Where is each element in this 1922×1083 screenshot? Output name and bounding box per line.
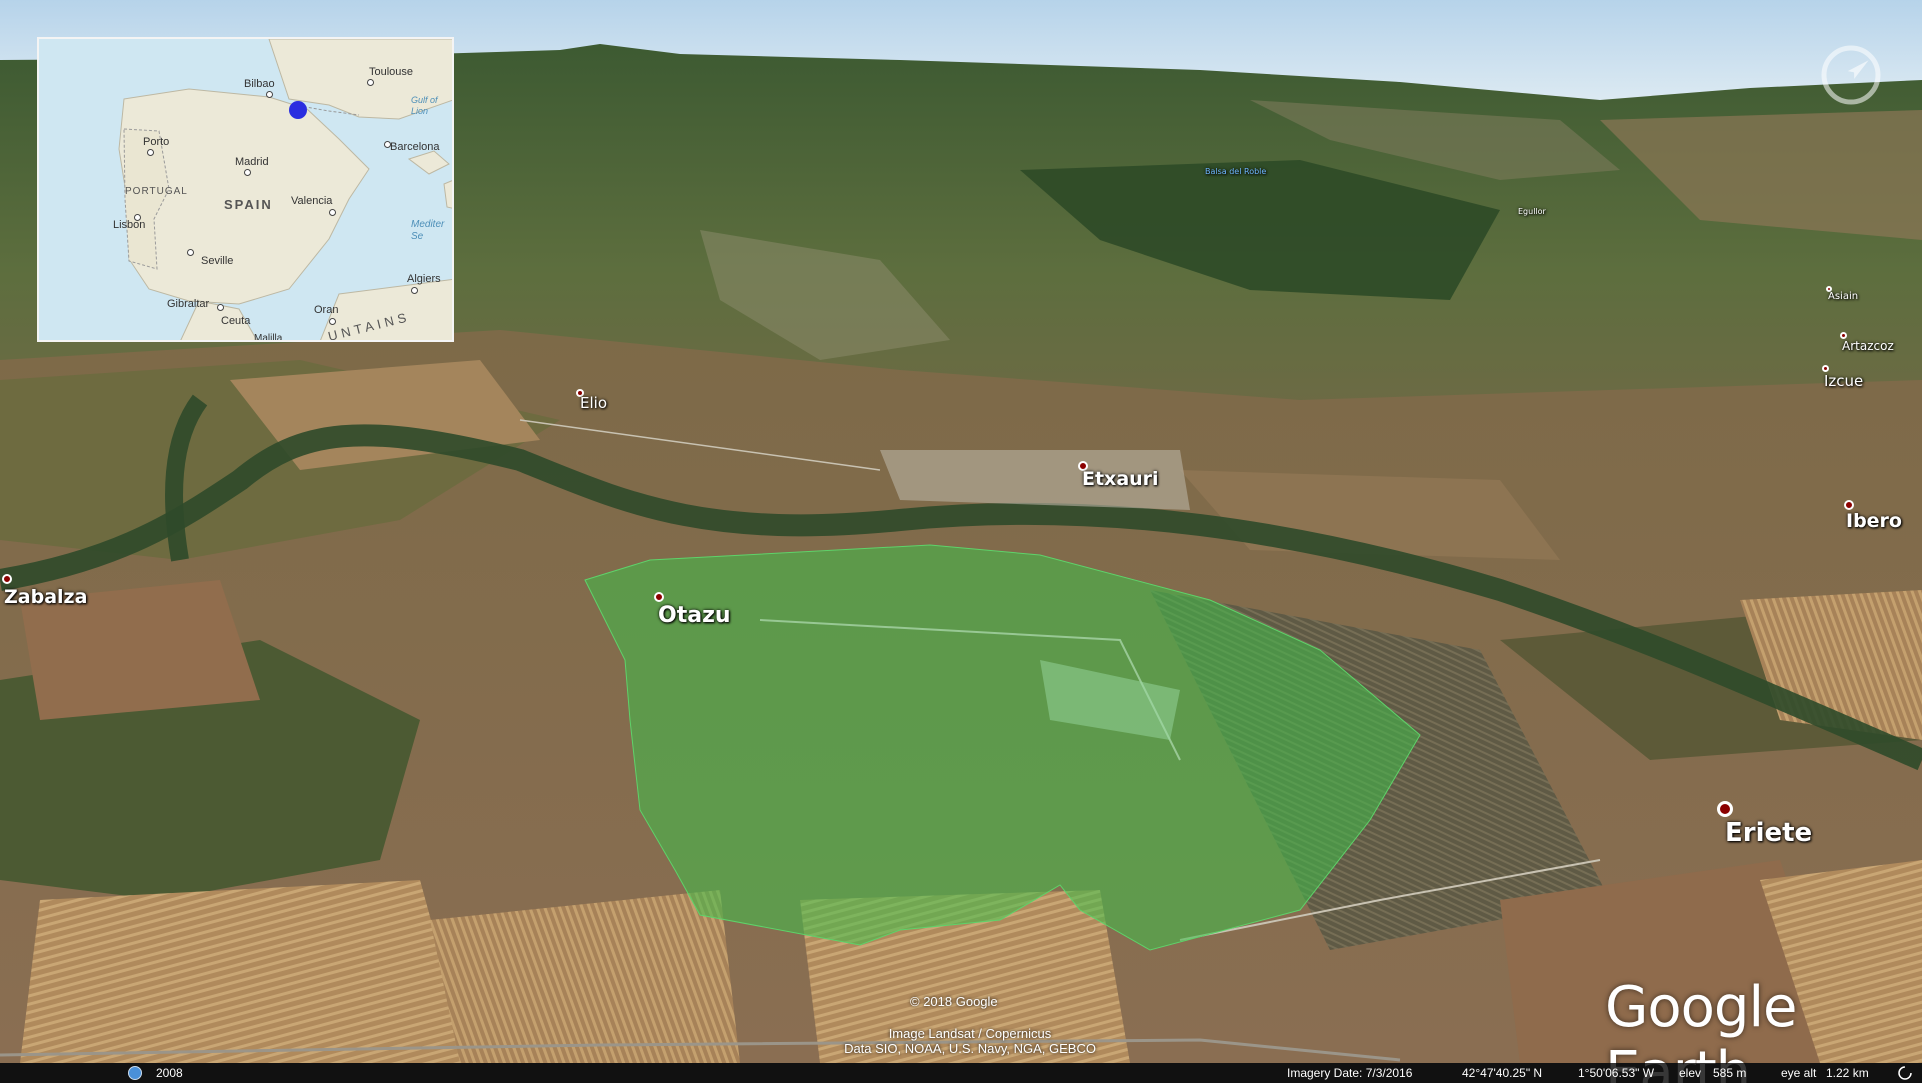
- streaming-status-icon: [1898, 1066, 1912, 1080]
- inset-city-dot-valencia: [329, 209, 336, 216]
- inset-city-label-algiers: Algiers: [407, 273, 441, 285]
- historical-year[interactable]: 2008: [156, 1066, 183, 1080]
- inset-city-dot-gibraltar: [217, 304, 224, 311]
- eye-altitude-label: eye alt: [1781, 1066, 1817, 1080]
- elevation-readout: 585 m: [1713, 1066, 1747, 1080]
- inset-city-dot-seville: [187, 249, 194, 256]
- inset-country-portugal: PORTUGAL: [125, 186, 188, 197]
- elevation-label: elev: [1679, 1066, 1702, 1080]
- place-label-etxauri[interactable]: Etxauri: [1082, 468, 1159, 490]
- inset-city-label-bilbao: Bilbao: [244, 78, 275, 90]
- eye-altitude-readout: 1.22 km: [1826, 1066, 1869, 1080]
- earth-viewport[interactable]: Zabalza Elio Etxauri Otazu Eriete Ibero …: [0, 0, 1922, 1083]
- inset-location-marker: [289, 101, 307, 119]
- place-marker-eriete[interactable]: [1717, 801, 1733, 817]
- place-label-elio[interactable]: Elio: [580, 394, 607, 412]
- credits-line-1: Image Landsat / Copernicus: [888, 1026, 1052, 1041]
- inset-city-label-madrid: Madrid: [235, 156, 269, 168]
- inset-locator-map[interactable]: Toulouse Bilbao Porto Madrid Barcelona V…: [37, 37, 454, 342]
- inset-sea-med: Mediter Se: [411, 219, 445, 242]
- status-bar: 2008 Imagery Date: 7/3/2016 42°47'40.25"…: [0, 1063, 1922, 1083]
- place-label-egullor[interactable]: Egullor: [1518, 207, 1546, 216]
- copyright-text: © 2018 Google: [910, 994, 998, 1009]
- place-label-artazcoz[interactable]: Artazcoz: [1842, 339, 1894, 353]
- place-marker-zabalza[interactable]: [2, 574, 12, 584]
- inset-city-dot-bilbao: [266, 91, 273, 98]
- inset-city-label-lisbon: Lisbon: [113, 219, 146, 231]
- longitude-readout: 1°50'06.53" W: [1578, 1066, 1655, 1080]
- inset-city-label-barcelona: Barcelona: [390, 141, 440, 153]
- place-marker-izcue[interactable]: [1822, 365, 1829, 372]
- inset-city-dot-algiers: [411, 287, 418, 294]
- place-label-otazu[interactable]: Otazu: [658, 603, 731, 628]
- inset-city-label-porto: Porto: [143, 136, 170, 148]
- credits-line-2: Data SIO, NOAA, U.S. Navy, NGA, GEBCO: [844, 1041, 1096, 1056]
- inset-city-dot-toulouse: [367, 79, 374, 86]
- imagery-credits: Image Landsat / Copernicus Data SIO, NOA…: [820, 1026, 1120, 1056]
- place-label-ibero[interactable]: Ibero: [1846, 510, 1902, 532]
- place-label-balsa[interactable]: Balsa del Roble: [1205, 167, 1266, 176]
- inset-city-dot-madrid: [244, 169, 251, 176]
- place-label-asiain[interactable]: Asiain: [1828, 291, 1858, 302]
- latitude-readout: 42°47'40.25" N: [1462, 1066, 1543, 1080]
- inset-city-label-oran: Oran: [314, 304, 339, 316]
- inset-city-label-malilla: Malilla: [254, 333, 283, 342]
- inset-city-label-gibraltar: Gibraltar: [167, 298, 210, 310]
- inset-city-label-seville: Seville: [201, 255, 234, 267]
- compass-navigation-icon[interactable]: [1820, 44, 1882, 106]
- place-label-zabalza[interactable]: Zabalza: [4, 586, 87, 608]
- inset-city-label-valencia: Valencia: [291, 195, 333, 207]
- place-marker-ibero[interactable]: [1844, 500, 1854, 510]
- imagery-date: Imagery Date: 7/3/2016: [1287, 1066, 1413, 1080]
- place-label-eriete[interactable]: Eriete: [1725, 818, 1812, 848]
- inset-sea-gulf: Gulf of Lion: [411, 95, 438, 116]
- inset-city-dot-oran: [329, 318, 336, 325]
- place-marker-otazu[interactable]: [654, 592, 664, 602]
- inset-city-label-ceuta: Ceuta: [221, 315, 251, 327]
- inset-city-dot-porto: [147, 149, 154, 156]
- historical-imagery-icon[interactable]: [128, 1066, 142, 1080]
- inset-city-label-toulouse: Toulouse: [369, 66, 414, 78]
- place-marker-artazcoz[interactable]: [1840, 332, 1847, 339]
- inset-country-spain: SPAIN: [224, 197, 273, 212]
- place-label-izcue[interactable]: Izcue: [1824, 372, 1863, 390]
